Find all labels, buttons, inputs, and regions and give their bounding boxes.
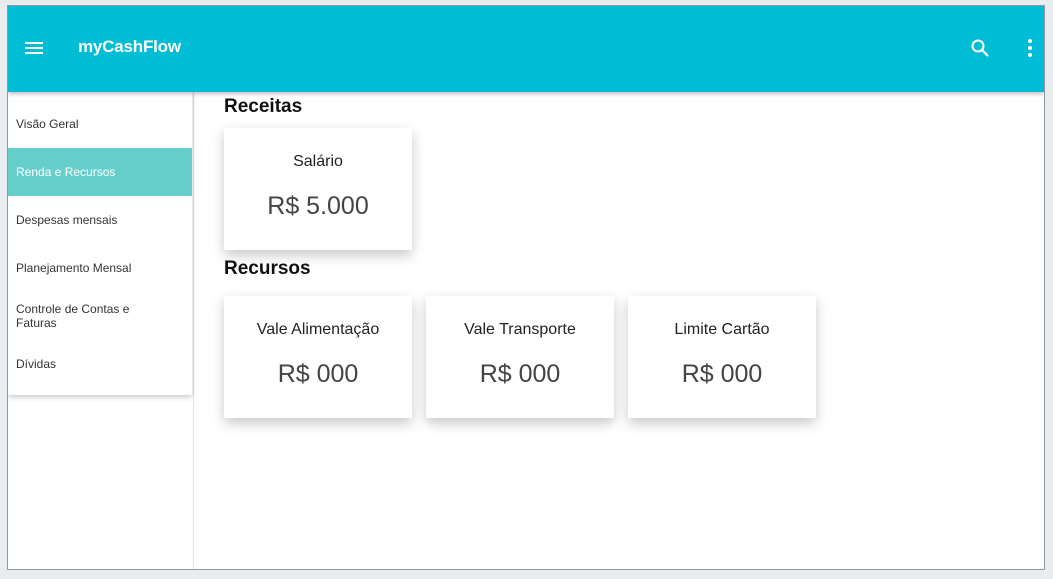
app-window: myCashFlow Visão Geral Renda e Recursos … (7, 5, 1045, 570)
sidebar-item-label: Renda e Recursos (16, 165, 116, 179)
card-value: R$ 000 (479, 360, 561, 388)
sidebar-item-label: Controle de Contas e Faturas (16, 302, 130, 330)
sidebar-item-despesas-mensais[interactable]: Despesas mensais (8, 196, 192, 244)
sidebar-item-renda-e-recursos[interactable]: Renda e Recursos (8, 148, 192, 196)
more-vert-icon[interactable] (1022, 36, 1038, 60)
resource-card-limite-cartao[interactable]: Limite Cartão R$ 000 (628, 296, 816, 418)
card-value: R$ 000 (277, 360, 359, 388)
card-label: Salário (293, 153, 343, 170)
resource-card-vale-alimentacao[interactable]: Vale Alimentação R$ 000 (224, 296, 412, 418)
sidebar-item-label: Visão Geral (16, 117, 79, 131)
sidebar-nav: Visão Geral Renda e Recursos Despesas me… (8, 92, 192, 395)
receitas-title: Receitas (224, 96, 303, 117)
sidebar-item-visao-geral[interactable]: Visão Geral (8, 100, 192, 148)
card-label: Vale Alimentação (256, 321, 380, 338)
search-icon[interactable] (968, 36, 992, 60)
recursos-title: Recursos (224, 258, 311, 279)
menu-icon[interactable] (22, 36, 46, 60)
sidebar-item-label: Dívidas (16, 357, 57, 371)
sidebar-item-planejamento-mensal[interactable]: Planejamento Mensal (8, 244, 192, 292)
card-label: Vale Transporte (464, 321, 576, 338)
sidebar-item-dividas[interactable]: Dívidas (8, 340, 192, 388)
card-label: Limite Cartão (674, 321, 770, 338)
main-content: Receitas Salário R$ 5.000 Recursos Vale … (224, 92, 1044, 569)
sidebar: Visão Geral Renda e Recursos Despesas me… (8, 92, 194, 569)
resource-card-vale-transporte[interactable]: Vale Transporte R$ 000 (426, 296, 614, 418)
sidebar-item-label: Planejamento Mensal (16, 261, 132, 275)
card-value: R$ 5.000 (267, 192, 369, 220)
app-bar: myCashFlow (8, 6, 1044, 92)
card-value: R$ 000 (681, 360, 763, 388)
sidebar-item-controle-de-contas[interactable]: Controle de Contas e Faturas (8, 292, 158, 340)
income-card-salario[interactable]: Salário R$ 5.000 (224, 128, 412, 250)
sidebar-item-label: Despesas mensais (16, 213, 118, 227)
app-title: myCashFlow (78, 37, 181, 56)
